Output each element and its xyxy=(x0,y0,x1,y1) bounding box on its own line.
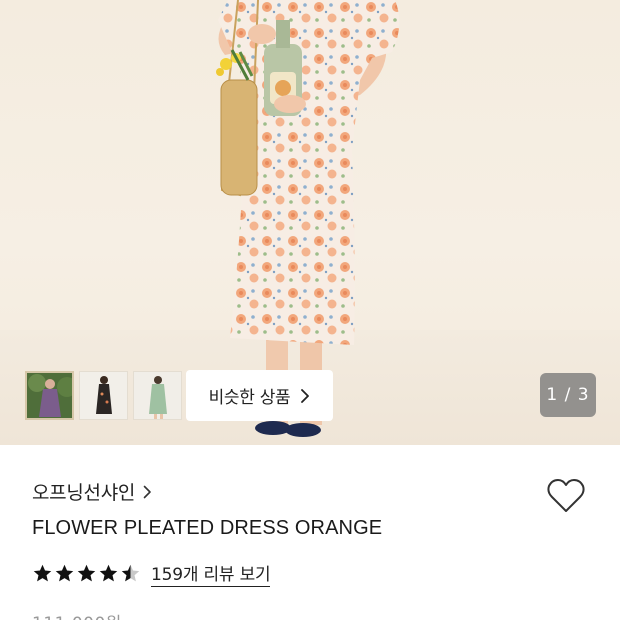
star-icon xyxy=(55,564,74,582)
brand-name: 오프닝선샤인 xyxy=(32,482,136,504)
star-rating xyxy=(32,563,141,584)
star-icon xyxy=(77,564,96,582)
product-image-gallery[interactable]: 비슷한 상품 1 / 3 xyxy=(0,0,620,445)
similar-products-button[interactable]: 비슷한 상품 xyxy=(186,370,333,421)
product-title: FLOWER PLEATED DRESS ORANGE xyxy=(32,517,383,539)
thumbnail-2[interactable] xyxy=(79,371,128,420)
wishlist-button[interactable] xyxy=(546,478,586,514)
heart-icon xyxy=(547,479,585,512)
similar-products-label: 비슷한 상품 xyxy=(208,388,291,408)
star-icon xyxy=(99,564,118,582)
chevron-right-icon xyxy=(301,388,310,403)
thumbnail-strip xyxy=(25,371,182,420)
chevron-right-icon xyxy=(143,485,151,498)
star-icon xyxy=(33,564,52,582)
thumbnail-3[interactable] xyxy=(133,371,182,420)
image-counter: 1 / 3 xyxy=(540,373,596,417)
rating-row: 159개 리뷰 보기 xyxy=(32,560,271,587)
review-link[interactable]: 159개 리뷰 보기 xyxy=(151,560,271,587)
thumbnail-1[interactable] xyxy=(25,371,74,420)
brand-link[interactable]: 오프닝선샤인 xyxy=(32,478,152,505)
star-half-icon xyxy=(121,564,140,582)
original-price: 111,000원 xyxy=(32,609,122,620)
